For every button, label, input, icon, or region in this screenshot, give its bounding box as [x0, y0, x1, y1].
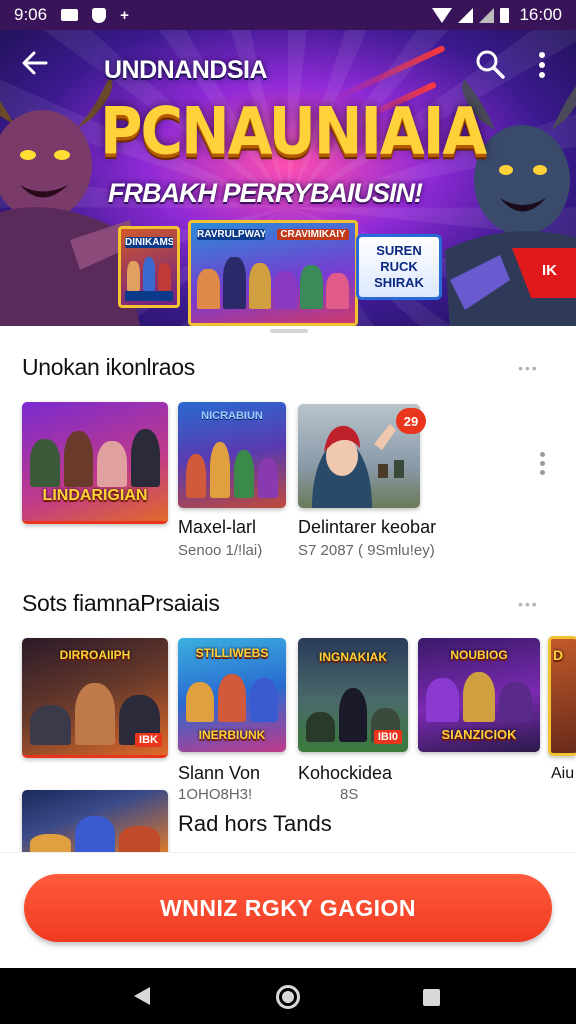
game-title[interactable]: Maxel-larl [178, 517, 256, 538]
game-tile-label: NICRABIUN [201, 410, 263, 422]
game-tile[interactable]: DIRROAIIPH IBK [22, 638, 168, 758]
wifi-icon [432, 7, 453, 23]
game-tile-label: DIRROAIIPH [59, 648, 131, 662]
notification-box-icon [61, 9, 79, 21]
game-tile-label: STILLIWEBS [195, 646, 269, 660]
primary-cta-button[interactable]: WNNIZ RGKY GAGION [24, 874, 552, 942]
hero-title: PCNAUNIAIA [100, 92, 487, 170]
game-tile[interactable]: INGNAKIAK IBI0 [298, 638, 408, 752]
back-arrow-icon[interactable] [20, 48, 50, 78]
game-title[interactable]: Delintarer keobar [298, 517, 436, 538]
section-more-icon[interactable]: ••• [518, 596, 539, 612]
sheet-drag-handle[interactable] [270, 329, 308, 333]
game-tile[interactable]: NICRABIUN [178, 402, 286, 508]
signal-icon [458, 7, 474, 23]
hero-badge-line: RUCK [380, 259, 418, 274]
nav-recents-icon[interactable] [423, 989, 440, 1006]
plus-icon: + [120, 6, 129, 24]
game-tile-label: INGNAKIAK [319, 650, 387, 664]
game-tile-tag: IBI0 [373, 730, 402, 744]
game-tile[interactable]: LINDARIGIAN [22, 402, 168, 524]
nav-back-icon[interactable] [134, 987, 150, 1005]
game-tile-partial[interactable]: D [548, 636, 576, 756]
hero-badge-line: SUREN [376, 243, 422, 258]
nav-home-icon[interactable] [276, 985, 300, 1009]
game-tile[interactable]: NOUBIOG SIANZICIOK [418, 638, 540, 752]
game-title[interactable]: Aiu [551, 765, 574, 783]
game-tile-label: INERBIUNK [198, 728, 266, 742]
battery-icon [500, 7, 510, 23]
section-title: Unokan ikonlraos [22, 354, 195, 380]
section-title: Sots fiamnaPrsaiais [22, 590, 220, 616]
hero-card-label: RAVRULPWAYS [197, 229, 265, 240]
shield-icon [92, 7, 107, 23]
game-title[interactable]: Slann Von [178, 763, 260, 784]
status-clock: 16:00 [519, 5, 562, 24]
hero-subtitle: FRBAKH PERRYBAIUSIN! [108, 178, 423, 208]
game-meta: 1OHO8H3! [178, 786, 253, 803]
status-time: 9:06 [14, 5, 48, 24]
hero-top-text: UNDNANDSIA [104, 56, 268, 84]
hero-card-label: DINIKAMS [125, 237, 173, 248]
hero-card-label: CRAVIMIKAIY [277, 229, 349, 240]
game-tile-tag: IBK [135, 733, 162, 747]
game-tile-label: NOUBIOG [450, 648, 508, 662]
section-more-icon[interactable]: ••• [518, 360, 539, 376]
notification-badge: 29 [396, 408, 426, 434]
game-meta: 8S [340, 786, 359, 803]
item-more-icon[interactable] [540, 452, 546, 479]
search-icon[interactable] [474, 48, 506, 80]
game-tile-label: SIANZICIOK [441, 727, 517, 742]
signal-icon [479, 7, 495, 23]
hero-card-art [197, 253, 349, 309]
game-tile[interactable] [22, 790, 168, 854]
game-meta: Senoo 1/!lai) [178, 542, 263, 559]
game-tile[interactable]: STILLIWEBS INERBIUNK [178, 638, 286, 752]
game-tile-label: LINDARIGIAN [42, 487, 148, 504]
game-title[interactable]: Rad hors Tands [178, 811, 332, 837]
hero-badge-line: SHIRAK [374, 275, 424, 290]
game-tile-label: D [553, 647, 564, 663]
game-meta: S7 2087 ( 9Smlu!ey) [298, 542, 435, 559]
hero-promo-badge[interactable]: SUREN RUCK SHIRAK [356, 234, 442, 300]
hero-card-caption [125, 291, 173, 301]
hero-game-card-featured[interactable]: RAVRULPWAYS CRAVIMIKAIY [188, 220, 358, 326]
hero-game-card[interactable]: DINIKAMS [118, 226, 180, 308]
hero-card-art [127, 253, 172, 291]
game-title[interactable]: Kohockidea [298, 763, 392, 784]
hero-banner[interactable]: UNDNANDSIA PCNAUNIAIA FRBAKH PERRYBAIUSI… [0, 30, 576, 326]
more-vert-icon[interactable] [534, 50, 550, 82]
status-bar: 9:06 + 16:00 [0, 0, 576, 30]
